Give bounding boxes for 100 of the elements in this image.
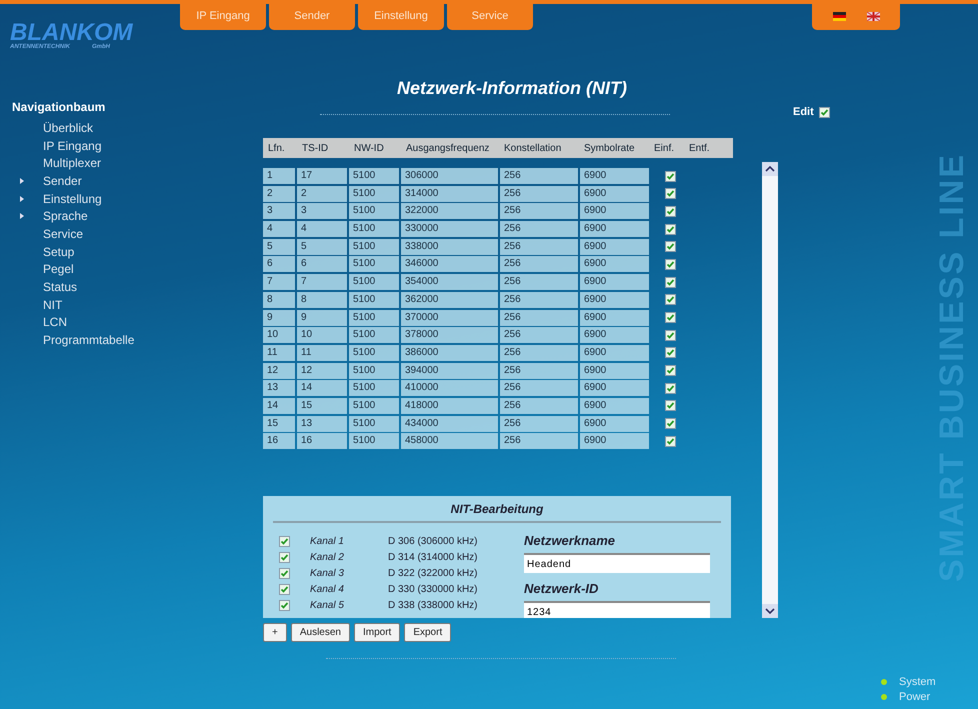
sidebar-item[interactable]: Multiplexer (43, 156, 102, 170)
field-label: Netzwerkname (524, 533, 616, 550)
sidebar-item[interactable]: Setup (43, 244, 74, 259)
action-button[interactable]: + (263, 623, 287, 642)
table-cell: 256 (500, 238, 578, 255)
status-label: Power (899, 691, 930, 703)
insert-checkbox[interactable] (664, 312, 676, 323)
action-button[interactable]: Auslesen (290, 623, 350, 642)
sidebar-item[interactable]: Status (43, 280, 78, 294)
sidebar-item[interactable]: Sprache (43, 209, 88, 224)
table-cell: 5100 (349, 310, 399, 326)
table-cell: 6900 (580, 327, 649, 344)
sidebar-item[interactable]: Programmtabelle (43, 333, 134, 348)
action-button[interactable]: Export (404, 623, 452, 642)
insert-checkbox[interactable] (664, 188, 676, 200)
action-button[interactable]: Import (354, 623, 400, 642)
insert-checkbox[interactable] (664, 347, 676, 358)
table-cell: 5100 (349, 203, 399, 220)
table-cell: 6900 (580, 274, 649, 290)
insert-checkbox[interactable] (664, 224, 676, 235)
insert-checkbox[interactable] (664, 330, 676, 341)
expand-arrow-icon[interactable] (20, 213, 24, 220)
table-cell: 6900 (580, 256, 649, 272)
input-field[interactable]: Headend (524, 553, 710, 574)
channel-checkbox[interactable] (279, 600, 290, 611)
insert-checkbox[interactable] (664, 400, 676, 412)
table-cell: 256 (500, 398, 578, 414)
table-cell: 434000 (401, 416, 498, 432)
sidebar-item[interactable]: Service (43, 226, 84, 241)
table-cell: 4 (297, 221, 347, 238)
table-cell: 410000 (401, 380, 498, 396)
table-cell: 3 (297, 203, 347, 220)
table-cell: 6900 (580, 168, 649, 184)
insert-checkbox[interactable] (664, 258, 676, 270)
channel-checkbox[interactable] (279, 536, 290, 547)
table-cell: 2 (263, 186, 295, 202)
table-cell: 2 (297, 186, 347, 202)
sidebar-item[interactable]: Einstellung (43, 192, 102, 206)
table-cell: 10 (263, 327, 295, 344)
table-cell: 322000 (401, 203, 498, 220)
sidebar-item[interactable]: Überblick (43, 120, 94, 135)
sidebar-item[interactable]: IP Eingang (43, 138, 102, 153)
table-cell: 6900 (580, 380, 649, 396)
sidebar-item[interactable]: LCN (43, 315, 68, 330)
table-cell: 5100 (349, 380, 399, 396)
table-cell: 5100 (349, 398, 399, 414)
table-cell: 6 (263, 256, 295, 272)
input-field[interactable]: 1234 (524, 601, 710, 618)
table-cell: 5100 (349, 344, 399, 361)
table-cell: 5100 (349, 274, 399, 290)
table-cell: 7 (263, 274, 295, 290)
table-cell: 4 (263, 221, 295, 238)
table-cell: 5 (263, 238, 295, 255)
scrollbar[interactable] (762, 162, 778, 618)
channel-name: Kanal 2 (310, 552, 345, 563)
table-cell: 256 (500, 186, 578, 202)
insert-checkbox[interactable] (664, 436, 676, 447)
insert-checkbox[interactable] (664, 241, 676, 252)
table-cell: 256 (500, 168, 578, 184)
table-cell: 12 (297, 362, 347, 379)
table-cell: 12 (263, 362, 295, 379)
field-label: Netzwerk-ID (524, 581, 600, 598)
channel-frequency: D 338 (338000 kHz) (388, 600, 478, 611)
table-cell: 6900 (580, 238, 649, 255)
channel-frequency: D 306 (306000 kHz) (388, 536, 478, 547)
sidebar-item[interactable]: NIT (43, 298, 62, 312)
insert-checkbox[interactable] (664, 418, 676, 430)
table-cell: 5100 (349, 362, 399, 379)
table-cell: 10 (297, 327, 347, 344)
scroll-up-icon[interactable] (762, 162, 778, 176)
expand-arrow-icon[interactable] (20, 196, 24, 202)
table-cell: 1 (263, 168, 295, 184)
table-cell: 5100 (349, 256, 399, 272)
insert-checkbox[interactable] (664, 365, 676, 376)
table-cell: 17 (297, 168, 347, 184)
sidebar-item[interactable]: Sender (43, 174, 82, 188)
table-cell: 458000 (401, 433, 498, 450)
sidebar-item[interactable]: Pegel (43, 262, 74, 276)
table-cell: 5100 (349, 416, 399, 432)
insert-checkbox[interactable] (664, 276, 676, 288)
uk-flag-icon[interactable] (866, 12, 880, 20)
insert-checkbox[interactable] (664, 382, 676, 394)
german-flag-icon[interactable] (832, 12, 846, 20)
edit-checkbox[interactable] (818, 106, 830, 118)
column-header: Entf. (688, 142, 711, 154)
edit-label: Edit (793, 106, 814, 118)
channel-frequency: D 322 (322000 kHz) (388, 568, 478, 579)
channel-checkbox[interactable] (279, 552, 290, 563)
table-cell: 378000 (401, 327, 498, 344)
table-cell: 7 (297, 274, 347, 290)
scroll-down-icon[interactable] (762, 604, 778, 618)
column-header: NW-ID (353, 142, 385, 154)
insert-checkbox[interactable] (664, 294, 676, 306)
table-cell: 16 (263, 433, 295, 450)
insert-checkbox[interactable] (664, 206, 676, 217)
logo-wordmark: BLANKOM (10, 22, 133, 44)
channel-checkbox[interactable] (279, 584, 290, 595)
expand-arrow-icon[interactable] (20, 178, 24, 184)
insert-checkbox[interactable] (664, 170, 676, 182)
channel-checkbox[interactable] (279, 568, 290, 579)
